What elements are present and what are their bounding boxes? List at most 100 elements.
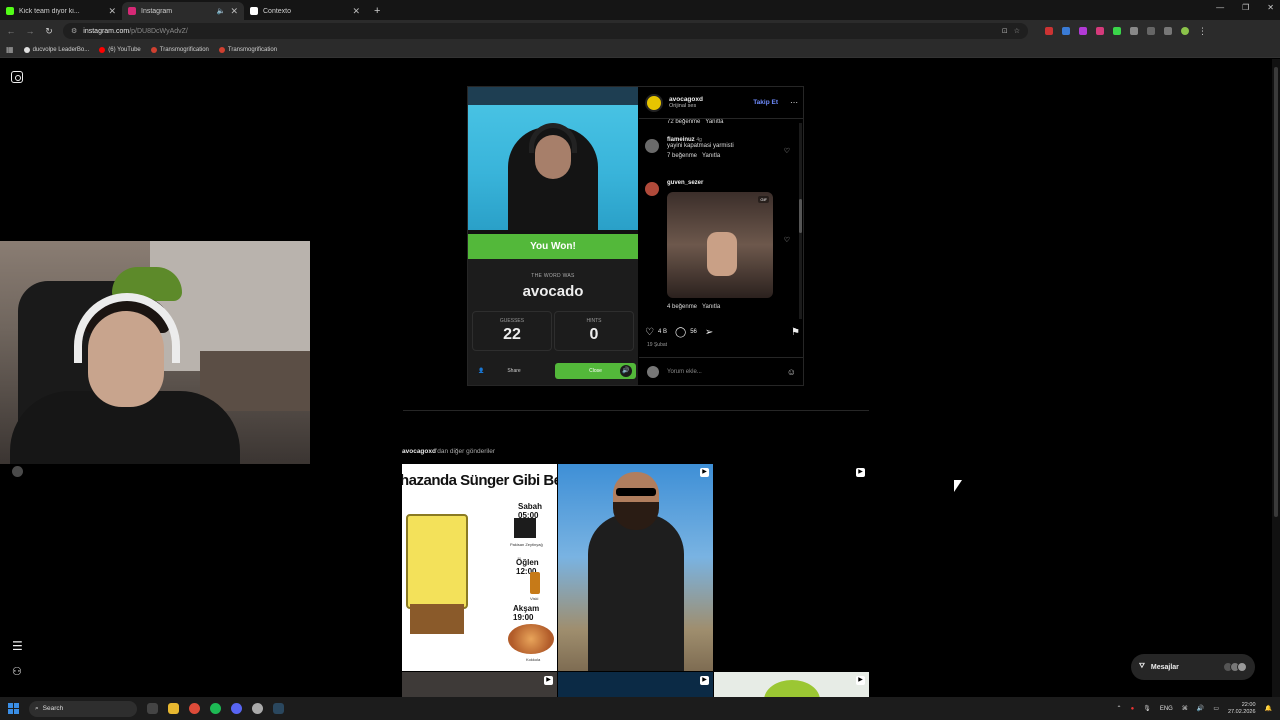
close-label: Close — [589, 368, 602, 374]
network-icon[interactable]: ⌘ — [1182, 705, 1188, 712]
new-tab-button[interactable]: + — [366, 2, 388, 20]
forward-icon[interactable]: → — [25, 26, 35, 36]
comment-text: yayini kapatmasi yarmisti — [667, 143, 734, 149]
commenter-avatar[interactable] — [645, 139, 659, 153]
more-options-icon[interactable]: ⋯ — [790, 98, 798, 107]
post-media[interactable]: You Won! THE WORD WAS avocado GUESSES 22… — [468, 87, 638, 385]
extension-icon[interactable] — [1079, 27, 1087, 35]
sidebar-icon[interactable] — [1147, 27, 1155, 35]
page-scrollbar[interactable] — [1272, 59, 1280, 697]
chevron-up-icon[interactable]: ⌃ — [1117, 705, 1122, 712]
back-icon[interactable]: ← — [6, 26, 16, 36]
close-button[interactable]: Close 🔊 — [555, 363, 636, 379]
steam-icon[interactable] — [273, 703, 284, 714]
volume-icon[interactable]: 🔊 — [1197, 705, 1204, 712]
obs-icon[interactable] — [252, 703, 263, 714]
also-from-meta-icon[interactable]: ⚇ — [12, 665, 22, 678]
bookmark-item[interactable]: ducvolpe LeaderBo... — [23, 46, 89, 53]
reload-icon[interactable]: ↻ — [44, 26, 54, 37]
author-avatar[interactable] — [645, 93, 663, 112]
tray-app-icon[interactable]: ● — [1131, 706, 1135, 712]
sunglasses — [616, 488, 656, 496]
clock[interactable]: 22:00 27.02.2026 — [1228, 702, 1256, 716]
bookmark-item[interactable]: Transmogrification — [218, 46, 277, 53]
mic-icon[interactable]: 🎙 — [1143, 705, 1151, 712]
comments-scrollbar[interactable] — [799, 123, 802, 319]
task-view-icon[interactable] — [147, 703, 158, 714]
extension-icon[interactable] — [1062, 27, 1070, 35]
comment-likes[interactable]: 7 beğenme — [667, 153, 697, 159]
maximize-icon[interactable]: ❐ — [1242, 3, 1249, 12]
emoji-icon[interactable]: ☺ — [787, 367, 796, 377]
extension-icon[interactable] — [1045, 27, 1053, 35]
extension-icon[interactable] — [1096, 27, 1104, 35]
address-bar[interactable]: ⚙ instagram.com /p/DU8DcWyAdvZ/ ⊡ ☆ — [63, 23, 1028, 39]
speaker-icon[interactable]: 🔈 — [217, 7, 226, 15]
like-count[interactable]: 4 B — [658, 329, 667, 335]
peace-sign-image — [707, 232, 737, 276]
post-thumbnail[interactable]: ▶ — [558, 464, 713, 671]
post-thumbnail[interactable]: ▶ — [714, 672, 869, 697]
kebab-menu-icon[interactable]: ⋮ — [1198, 26, 1207, 37]
scrollbar-thumb[interactable] — [1274, 67, 1278, 517]
bookmark-item[interactable]: Transmogrification — [150, 46, 209, 53]
file-explorer-icon[interactable] — [168, 703, 179, 714]
profile-avatar[interactable] — [1181, 27, 1189, 35]
commenter-name[interactable]: guven_sezer — [667, 180, 703, 186]
like-icon[interactable]: ♡ — [645, 327, 654, 338]
add-comment-input[interactable]: Yorum ekle... — [667, 369, 702, 375]
install-app-icon[interactable]: ⊡ — [1002, 27, 1008, 35]
like-comment-icon[interactable]: ♡ — [784, 236, 790, 244]
my-avatar — [647, 365, 659, 378]
spotify-icon[interactable] — [210, 703, 221, 714]
scrollbar-thumb[interactable] — [799, 199, 802, 233]
post-thumbnail[interactable]: hazanda Sünger Gibi Besle Sabah 05:00 Pa… — [402, 464, 557, 671]
follow-button[interactable]: Takip Et — [753, 99, 778, 106]
audio-label[interactable]: Orijinal ses — [669, 103, 703, 109]
save-icon[interactable]: ⚑ — [791, 327, 800, 338]
discord-icon[interactable] — [231, 703, 242, 714]
bookmark-item[interactable]: (6) YouTube — [99, 46, 141, 53]
close-icon[interactable]: ✕ — [108, 6, 116, 17]
comment-count: 56 — [690, 329, 697, 335]
comment-gif[interactable]: GIF — [667, 192, 773, 298]
commenter-avatar[interactable] — [645, 182, 659, 196]
post-thumbnail[interactable]: ▶ — [402, 672, 557, 697]
notifications-icon[interactable]: 🔔 — [1265, 705, 1272, 712]
windows-start-icon[interactable] — [8, 703, 19, 714]
hamburger-menu-icon[interactable]: ☰ — [12, 639, 23, 653]
comment-likes[interactable]: 72 beğenme — [667, 119, 700, 125]
tab-kick[interactable]: Kick team diyor ki... ✕ — [0, 2, 122, 20]
comment-icon[interactable]: ◯ — [675, 327, 686, 338]
volume-icon[interactable]: 🔊 — [620, 365, 632, 377]
share-button[interactable]: 👤 Share — [474, 363, 554, 379]
more-posts-user[interactable]: avocagoxd — [402, 448, 436, 455]
instagram-logo-icon[interactable] — [11, 71, 23, 83]
reply-link[interactable]: Yanıtla — [705, 119, 723, 125]
close-icon[interactable]: ✕ — [230, 6, 238, 17]
tab-contexto[interactable]: Contexto ✕ — [244, 2, 366, 20]
tab-instagram[interactable]: Instagram 🔈 ✕ — [122, 2, 244, 20]
close-icon[interactable]: ✕ — [352, 6, 360, 17]
bookmark-star-icon[interactable]: ☆ — [1014, 27, 1020, 35]
like-comment-icon[interactable]: ♡ — [784, 147, 790, 155]
author-name[interactable]: avocagoxd — [669, 96, 703, 103]
post-thumbnail[interactable]: ▶ — [558, 672, 713, 697]
reply-link[interactable]: Yanıtla — [702, 153, 720, 159]
site-info-icon[interactable]: ⚙ — [71, 27, 77, 35]
close-window-icon[interactable]: ✕ — [1267, 3, 1274, 12]
chrome-icon[interactable] — [189, 703, 200, 714]
reply-link[interactable]: Yanıtla — [702, 304, 720, 310]
minimize-icon[interactable]: — — [1216, 3, 1224, 12]
taskbar-search[interactable]: ⌕ Search — [29, 700, 137, 717]
messages-button[interactable]: ⛛ Mesajlar — [1131, 654, 1255, 680]
post-thumbnail[interactable]: ▶ — [714, 464, 869, 671]
battery-icon[interactable]: ▭ — [1213, 705, 1219, 712]
share-icon[interactable]: ➢ — [705, 327, 713, 338]
comment-likes[interactable]: 4 beğenme — [667, 304, 697, 310]
puzzle-icon[interactable] — [1130, 27, 1138, 35]
extension-icon[interactable] — [1113, 27, 1121, 35]
language-indicator[interactable]: ENG — [1160, 706, 1173, 712]
media-icon[interactable] — [1164, 27, 1172, 35]
apps-grid-icon[interactable]: ▦ — [6, 45, 14, 54]
